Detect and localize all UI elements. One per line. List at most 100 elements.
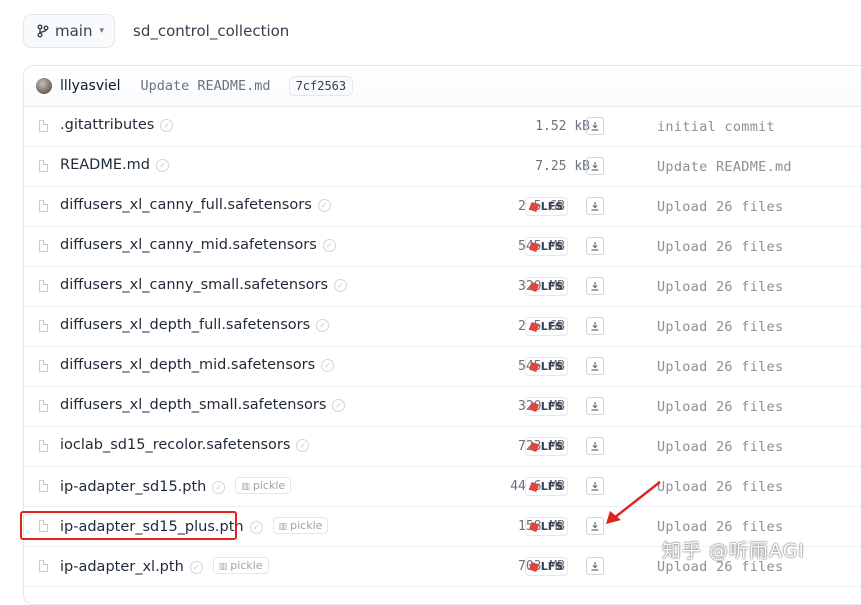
file-row: ioclab_sd15_recolor.safetensors ✓ 723 MB LF…: [24, 427, 861, 467]
download-icon[interactable]: [586, 397, 604, 415]
file-name-group: diffusers_xl_depth_mid.safetensors ✓: [60, 357, 335, 373]
lfs-badge[interactable]: LFS: [525, 357, 568, 376]
file-icon: [39, 120, 48, 132]
file-name-link[interactable]: diffusers_xl_canny_small.safetensors: [60, 277, 328, 293]
download-icon[interactable]: [586, 557, 604, 575]
file-commit-message[interactable]: Upload 26 files: [657, 239, 783, 255]
lfs-label: LFS: [540, 400, 564, 413]
file-name-group: diffusers_xl_depth_small.safetensors ✓: [60, 397, 346, 413]
file-commit-message[interactable]: Upload 26 files: [657, 479, 783, 495]
lfs-cube-icon: [528, 281, 539, 292]
lfs-cube-icon: [528, 201, 539, 212]
file-name-link[interactable]: ip-adapter_xl.pth: [60, 559, 184, 575]
file-name-link[interactable]: diffusers_xl_depth_mid.safetensors: [60, 357, 315, 373]
pickle-badge[interactable]: ▥ pickle: [272, 517, 329, 534]
pickle-icon: ▥: [218, 562, 228, 572]
git-branch-icon: [37, 24, 49, 38]
file-name-group: diffusers_xl_canny_mid.safetensors ✓: [60, 237, 336, 253]
lfs-cube-icon: [528, 361, 539, 372]
file-commit-message[interactable]: Upload 26 files: [657, 519, 783, 535]
file-name-link[interactable]: diffusers_xl_canny_mid.safetensors: [60, 237, 317, 253]
download-icon[interactable]: [586, 157, 604, 175]
lfs-label: LFS: [540, 240, 564, 253]
file-name-link[interactable]: README.md: [60, 157, 150, 173]
file-commit-message[interactable]: Upload 26 files: [657, 399, 783, 415]
watermark: 知乎 @听雨AGI: [662, 540, 806, 562]
lfs-cube-icon: [528, 321, 539, 332]
lfs-badge[interactable]: LFS: [525, 277, 568, 296]
lfs-badge[interactable]: LFS: [525, 237, 568, 256]
safe-check-icon: ✓: [322, 239, 336, 252]
file-size: 1.52 kB: [535, 119, 590, 134]
file-row: diffusers_xl_canny_small.safetensors ✓ 320…: [24, 267, 861, 307]
lfs-cube-icon: [528, 561, 539, 572]
pickle-label: pickle: [290, 519, 323, 532]
safe-check-icon: ✓: [249, 521, 263, 534]
lfs-badge[interactable]: LFS: [525, 517, 568, 536]
avatar[interactable]: [36, 78, 52, 94]
file-name-group: diffusers_xl_canny_small.safetensors ✓: [60, 277, 348, 293]
download-icon[interactable]: [586, 437, 604, 455]
file-commit-message[interactable]: Upload 26 files: [657, 199, 783, 215]
lfs-label: LFS: [540, 200, 564, 213]
pickle-badge[interactable]: ▥ pickle: [235, 477, 292, 494]
safe-check-icon: ✓: [316, 319, 330, 332]
lfs-cube-icon: [528, 401, 539, 412]
chevron-down-icon: ▾: [99, 26, 105, 36]
file-commit-message[interactable]: Upload 26 files: [657, 279, 783, 295]
safe-check-icon: ✓: [212, 481, 226, 494]
file-commit-message[interactable]: Upload 26 files: [657, 359, 783, 375]
file-icon: [39, 560, 48, 572]
file-name-link[interactable]: diffusers_xl_depth_small.safetensors: [60, 397, 326, 413]
download-icon[interactable]: [586, 117, 604, 135]
lfs-badge[interactable]: LFS: [525, 197, 568, 216]
lfs-badge[interactable]: LFS: [525, 317, 568, 336]
pickle-badge[interactable]: ▥ pickle: [212, 557, 269, 574]
lfs-label: LFS: [540, 480, 564, 493]
lfs-badge[interactable]: LFS: [525, 477, 568, 496]
file-name-group: ip-adapter_xl.pth ✓ ▥ pickle: [60, 557, 269, 575]
download-icon[interactable]: [586, 197, 604, 215]
file-name-link[interactable]: diffusers_xl_canny_full.safetensors: [60, 197, 312, 213]
download-icon[interactable]: [586, 277, 604, 295]
file-commit-message[interactable]: Update README.md: [657, 159, 792, 175]
file-name-group: diffusers_xl_canny_full.safetensors ✓: [60, 197, 331, 213]
last-commit-header: lllyasviel Update README.md 7cf2563: [24, 66, 861, 107]
file-icon: [39, 160, 48, 172]
file-name-link[interactable]: .gitattributes: [60, 117, 154, 133]
file-name-link[interactable]: ioclab_sd15_recolor.safetensors: [60, 437, 290, 453]
commit-sha[interactable]: 7cf2563: [288, 76, 354, 96]
file-commit-message[interactable]: initial commit: [657, 119, 775, 135]
branch-label: main: [55, 22, 93, 40]
lfs-badge[interactable]: LFS: [525, 397, 568, 416]
safe-check-icon: ✓: [155, 159, 169, 172]
lfs-badge[interactable]: LFS: [525, 437, 568, 456]
file-icon: [39, 400, 48, 412]
lfs-badge[interactable]: LFS: [525, 557, 568, 576]
branch-selector[interactable]: main ▾: [23, 14, 115, 48]
download-icon[interactable]: [586, 357, 604, 375]
file-name-group: diffusers_xl_depth_full.safetensors ✓: [60, 317, 330, 333]
file-name-link[interactable]: ip-adapter_sd15.pth: [60, 479, 206, 495]
download-icon[interactable]: [586, 237, 604, 255]
file-icon: [39, 440, 48, 452]
safe-check-icon: ✓: [334, 279, 348, 292]
lfs-label: LFS: [540, 520, 564, 533]
safe-check-icon: ✓: [321, 359, 335, 372]
file-commit-message[interactable]: Upload 26 files: [657, 439, 783, 455]
file-icon: [39, 200, 48, 212]
safe-check-icon: ✓: [296, 439, 310, 452]
safe-check-icon: ✓: [317, 199, 331, 212]
pickle-icon: ▥: [278, 522, 288, 532]
lfs-cube-icon: [528, 521, 539, 532]
commit-author[interactable]: lllyasviel: [60, 78, 121, 94]
file-name-group: ioclab_sd15_recolor.safetensors ✓: [60, 437, 310, 453]
file-name-link[interactable]: diffusers_xl_depth_full.safetensors: [60, 317, 310, 333]
commit-message[interactable]: Update README.md: [141, 78, 271, 94]
file-row: diffusers_xl_depth_small.safetensors ✓ 320…: [24, 387, 861, 427]
lfs-label: LFS: [540, 280, 564, 293]
file-commit-message[interactable]: Upload 26 files: [657, 319, 783, 335]
lfs-cube-icon: [528, 241, 539, 252]
download-icon[interactable]: [586, 317, 604, 335]
arrow-annotation: [606, 481, 661, 524]
